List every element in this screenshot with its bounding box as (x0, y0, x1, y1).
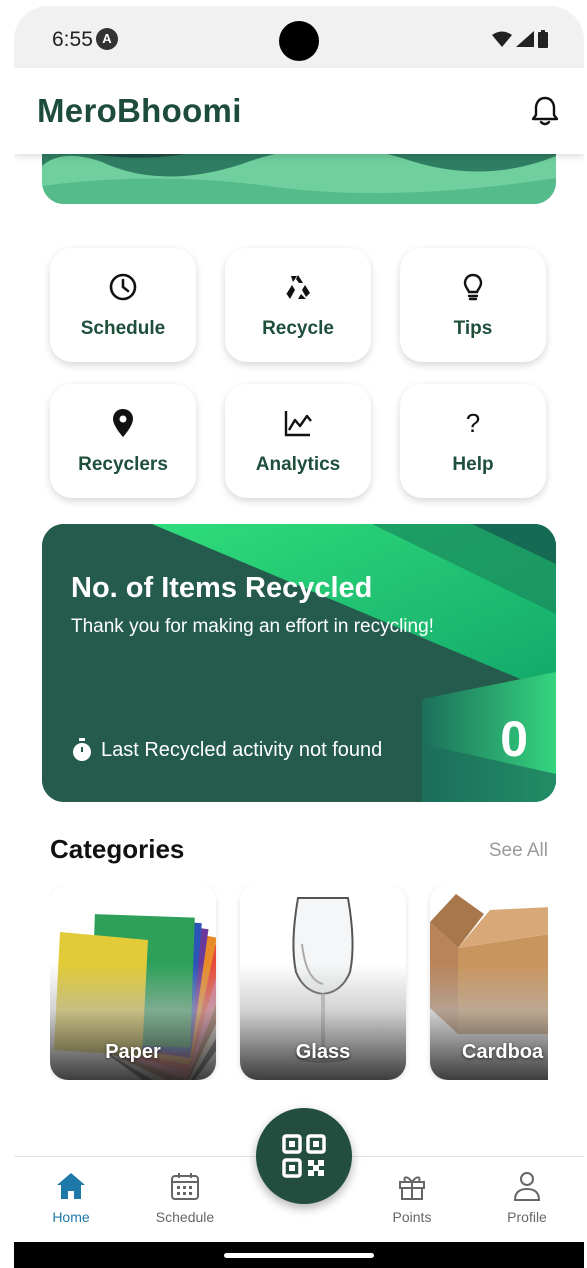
home-gesture-pill[interactable] (224, 1253, 374, 1258)
question-mark-icon: ? (465, 407, 481, 438)
nav-points[interactable]: Points (367, 1169, 457, 1225)
location-pin-icon (113, 409, 133, 437)
see-all-link[interactable]: See All (489, 840, 548, 862)
status-icons (492, 30, 548, 48)
recyclers-label: Recyclers (78, 454, 168, 475)
nav-home[interactable]: Home (26, 1169, 116, 1225)
last-activity: Last Recycled activity not found (71, 738, 382, 762)
scan-qr-button[interactable] (256, 1108, 352, 1204)
clock-icon (109, 273, 137, 301)
schedule-label: Schedule (80, 318, 166, 339)
items-count: 0 (500, 711, 528, 767)
recycle-label: Recycle (262, 318, 334, 339)
system-navigation-bar (14, 1242, 584, 1268)
stats-title: No. of Items Recycled (71, 572, 373, 604)
recycle-tile[interactable]: Recycle (225, 248, 371, 362)
nav-schedule[interactable]: Schedule (140, 1169, 230, 1225)
home-icon (57, 1173, 85, 1199)
calendar-icon (171, 1173, 199, 1200)
nav-home-label: Home (52, 1209, 90, 1225)
gift-icon (399, 1176, 425, 1200)
category-card-glass[interactable]: Glass (240, 884, 406, 1080)
nav-profile-label: Profile (507, 1209, 547, 1225)
qr-code-icon (282, 1134, 326, 1178)
last-activity-text: Last Recycled activity not found (101, 738, 383, 761)
notification-badge: A (96, 28, 118, 50)
recycle-icon (286, 275, 310, 299)
category-label-glass: Glass (295, 1041, 351, 1063)
items-recycled-card[interactable]: No. of Items Recycled Thank you for maki… (42, 524, 556, 802)
category-label-paper: Paper (105, 1041, 161, 1063)
nav-points-label: Points (392, 1209, 432, 1225)
battery-icon (538, 30, 548, 48)
schedule-tile[interactable]: Schedule (50, 248, 196, 362)
app-header: MeroBhoomi (14, 68, 584, 154)
device-frame (0, 0, 14, 1268)
wifi-icon (492, 31, 512, 47)
tips-label: Tips (453, 318, 493, 339)
nav-schedule-label: Schedule (155, 1209, 215, 1225)
analytics-tile[interactable]: Analytics (225, 384, 371, 498)
categories-heading: Categories (50, 834, 185, 864)
category-card-paper[interactable]: Paper (50, 884, 216, 1080)
signal-icon (516, 31, 534, 47)
stats-subtitle: Thank you for making an effort in recycl… (71, 616, 434, 637)
status-bar: 6:55 A (14, 6, 584, 68)
app-title: MeroBhoomi (37, 92, 242, 129)
categories-carousel[interactable]: Paper Glass Cardboa (50, 884, 548, 1080)
recyclers-tile[interactable]: Recyclers (50, 384, 196, 498)
phone-screen: 6:55 A MeroBhoomi Schedule Recycle Tips … (14, 6, 584, 1268)
tips-tile[interactable]: Tips (400, 248, 546, 362)
stopwatch-icon (73, 738, 91, 761)
category-card-cardboard[interactable]: Cardboa (430, 884, 548, 1080)
line-chart-icon (284, 411, 312, 437)
bell-icon[interactable] (528, 94, 562, 128)
person-icon (513, 1172, 541, 1201)
nav-profile[interactable]: Profile (482, 1169, 572, 1225)
status-time: 6:55 (52, 28, 93, 51)
analytics-label: Analytics (255, 454, 341, 475)
category-label-cardboard: Cardboa (462, 1041, 544, 1063)
lightbulb-icon (463, 273, 483, 301)
help-tile[interactable]: ? Help (400, 384, 546, 498)
camera-cutout (279, 21, 319, 61)
help-label: Help (452, 454, 494, 475)
